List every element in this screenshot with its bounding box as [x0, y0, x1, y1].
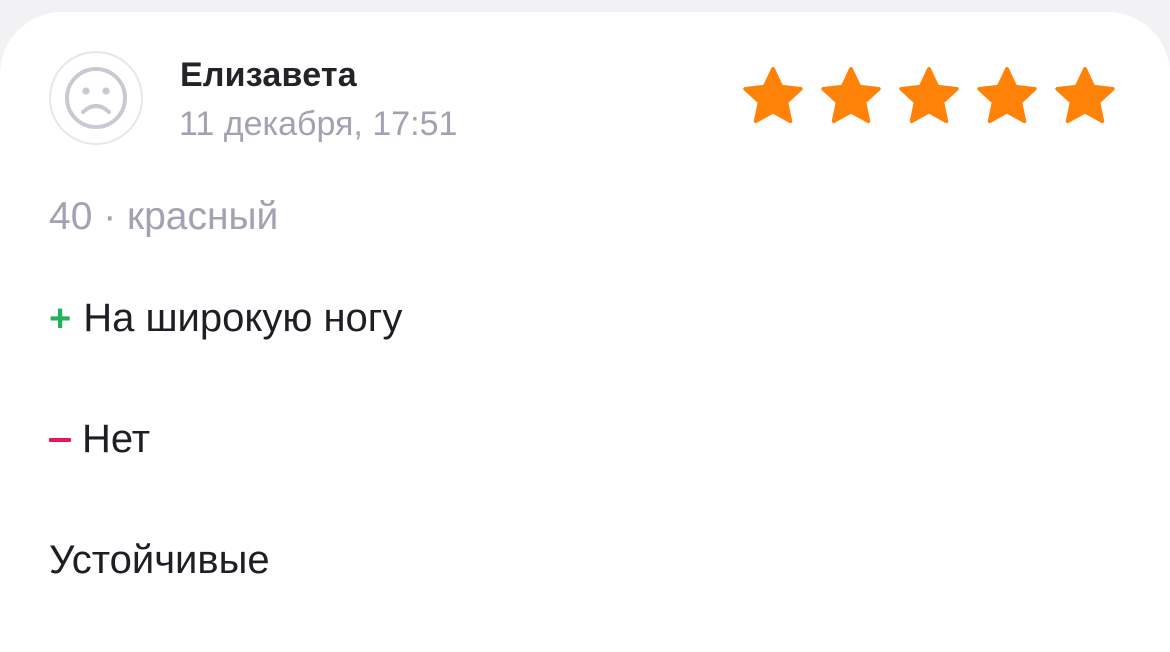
star-icon [743, 67, 803, 124]
cons-text: Нет [82, 417, 151, 461]
star-icon [821, 67, 881, 124]
star-icon [977, 67, 1037, 124]
pros-text: На широкую ногу [83, 296, 403, 340]
review-comment: Устойчивые [49, 538, 270, 582]
star-icon [1055, 67, 1115, 124]
star-rating [738, 64, 1120, 130]
pros-line: + На широкую ногу [49, 296, 402, 341]
plus-icon: + [49, 297, 72, 340]
avatar[interactable] [49, 51, 143, 145]
author-name[interactable]: Елизавета [180, 56, 357, 95]
minus-icon [49, 437, 71, 442]
star-icon [899, 67, 959, 124]
product-variant: 40 · красный [49, 195, 279, 238]
sad-face-icon [65, 67, 127, 129]
review-date: 11 декабря, 17:51 [179, 105, 458, 143]
cons-line: Нет [49, 417, 150, 462]
review-card: Елизавета 11 декабря, 17:51 40 · красный… [0, 12, 1170, 652]
